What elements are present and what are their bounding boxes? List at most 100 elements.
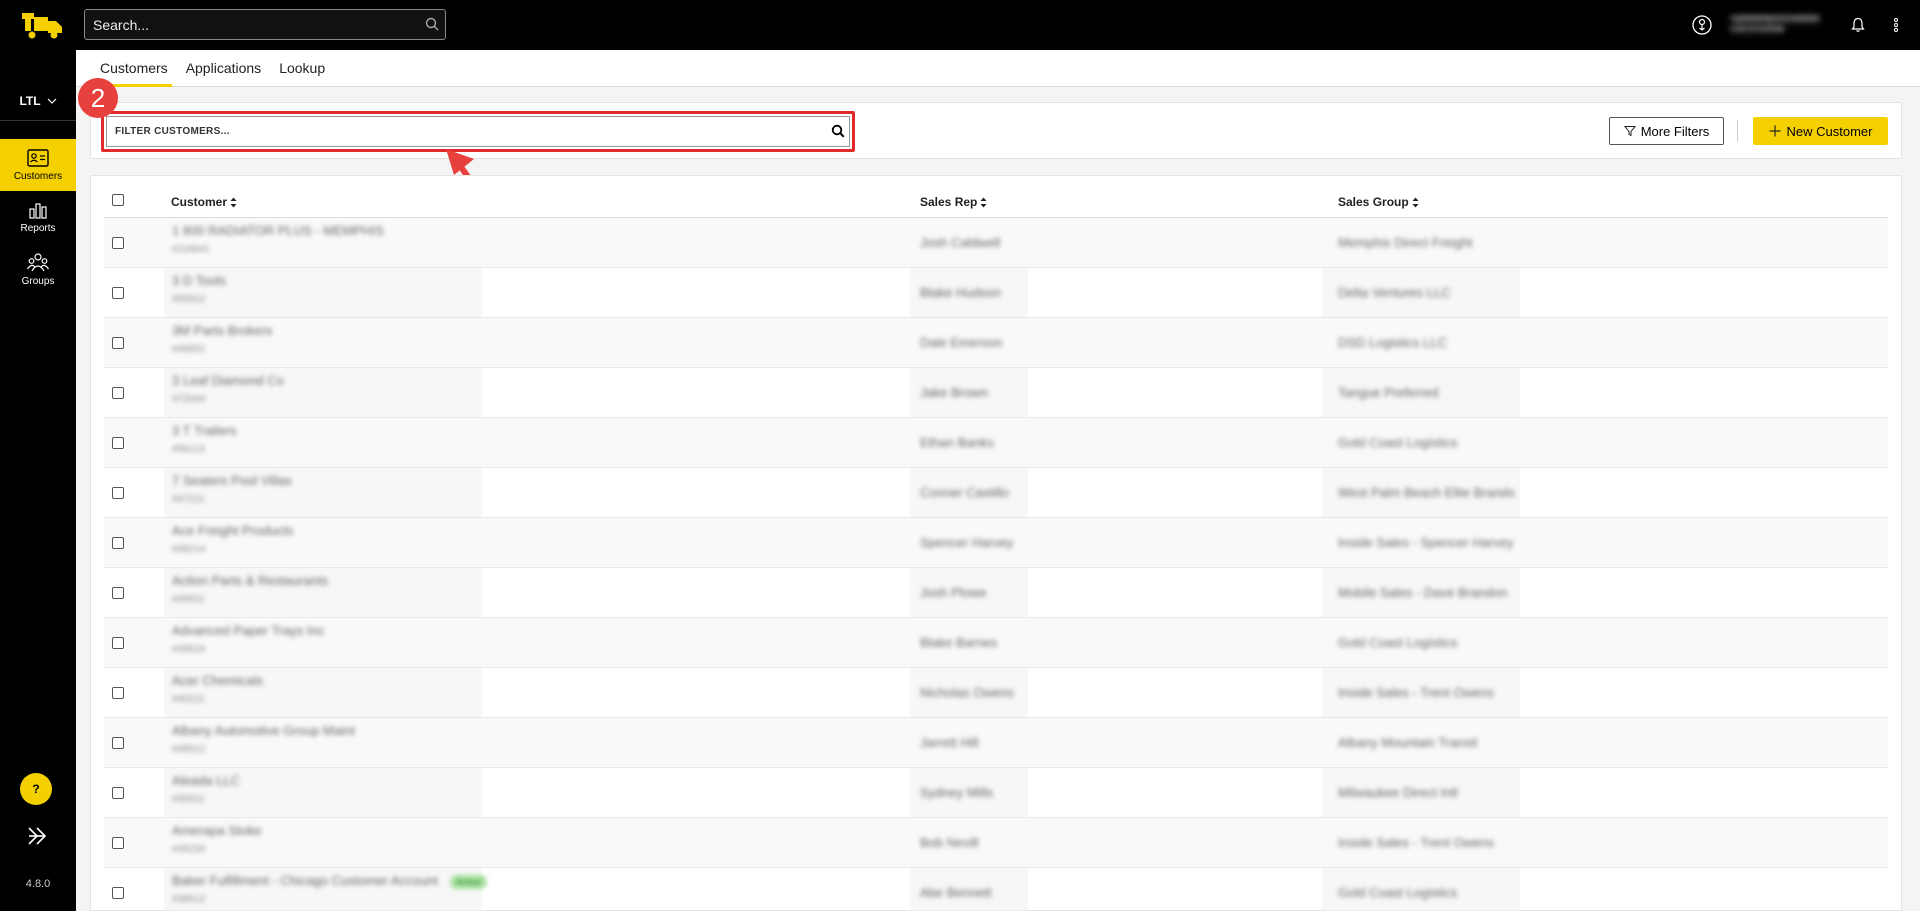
ltl-dropdown[interactable]: LTL — [0, 81, 76, 121]
row-checkbox[interactable] — [112, 587, 124, 599]
table-row[interactable] — [104, 768, 1888, 818]
sidebar-item-customers[interactable]: Customers — [0, 139, 76, 191]
sidebar-item-label: Customers — [13, 170, 63, 182]
customer-name[interactable]: Baker Fulfillment - Chicago Customer Acc… — [172, 873, 438, 888]
tab-lookup[interactable]: Lookup — [279, 50, 325, 86]
row-checkbox[interactable] — [112, 887, 124, 899]
customer-name[interactable]: Action Parts & Restaurants — [172, 573, 328, 588]
user-name: Sean Wilson — [1730, 15, 1820, 32]
row-checkbox[interactable] — [112, 437, 124, 449]
customer-name[interactable]: 1 800 RADIATOR PLUS - MEMPHIS — [172, 223, 384, 238]
sales-rep: Blake Hudson — [920, 285, 1001, 300]
sales-group: DSD Logistics LLC — [1338, 335, 1448, 350]
customer-name[interactable]: 3M Parts Brokers — [172, 323, 272, 338]
customer-id: #38214 — [172, 544, 206, 555]
customer-name[interactable]: Albany Automotive Group Maint — [172, 723, 355, 738]
select-all-checkbox[interactable] — [112, 194, 124, 206]
search-icon[interactable] — [425, 17, 439, 31]
sales-group: Inside Sales - Trent Owens — [1338, 835, 1495, 850]
customer-name[interactable]: Amerapa Stoke — [172, 823, 262, 838]
row-checkbox[interactable] — [112, 837, 124, 849]
customer-name[interactable]: Acer Chemicals — [172, 673, 263, 688]
user-avatar-icon[interactable] — [1692, 15, 1712, 35]
row-checkbox[interactable] — [112, 637, 124, 649]
column-header-sales-rep[interactable]: Sales Rep — [920, 195, 987, 209]
sidebar-item-label: Reports — [20, 222, 56, 234]
search-icon[interactable] — [831, 124, 845, 138]
sidebar-item-reports[interactable]: Reports — [0, 191, 76, 243]
toolbar-divider — [1737, 120, 1738, 142]
customer-name[interactable]: 7 Seaters Pool Villas — [172, 473, 292, 488]
annotation-step-badge: 2 — [78, 78, 118, 118]
table-row[interactable] — [104, 718, 1888, 768]
ltl-dropdown-label: LTL — [19, 93, 41, 108]
row-checkbox[interactable] — [112, 537, 124, 549]
row-checkbox[interactable] — [112, 737, 124, 749]
sales-rep: Ethan Banks — [920, 435, 994, 450]
sort-icon — [1412, 197, 1419, 207]
reports-icon — [29, 202, 47, 219]
customer-name[interactable]: Aleada LLC — [172, 773, 240, 788]
sort-icon — [980, 197, 987, 207]
customer-id: #56113 — [172, 444, 205, 455]
filter-customers-input[interactable] — [106, 116, 850, 147]
sales-rep: Sydney Mills — [920, 785, 993, 800]
tab-applications[interactable]: Applications — [186, 50, 262, 86]
customer-id: #47211 — [172, 494, 205, 505]
sales-group: West Palm Beach Elite Brands — [1338, 485, 1515, 500]
customer-name[interactable]: 3 D Tools — [172, 273, 226, 288]
sales-rep: Josh Plowe — [920, 585, 987, 600]
sort-icon — [230, 197, 237, 207]
expand-sidebar-icon[interactable] — [26, 824, 50, 848]
plus-icon — [1769, 125, 1781, 137]
sales-rep: Spencer Harvey — [920, 535, 1014, 550]
sales-rep: Dale Emerson — [920, 335, 1003, 350]
sales-group: Inside Sales - Trent Owens — [1338, 685, 1495, 700]
sales-group: Milwaukee Direct Intl — [1338, 785, 1458, 800]
groups-icon — [27, 252, 49, 271]
row-checkbox[interactable] — [112, 787, 124, 799]
user-info[interactable]: Sean Wilson Admin — [1730, 12, 1830, 42]
customer-id: #55912 — [172, 294, 206, 305]
company-logo[interactable] — [20, 9, 66, 41]
notification-bell-icon[interactable] — [1848, 15, 1868, 35]
help-button[interactable]: ? — [20, 773, 52, 805]
status-badge: Active — [450, 875, 487, 889]
customer-name[interactable]: Ace Freight Products — [172, 523, 293, 538]
column-header-customer[interactable]: Customer — [171, 195, 237, 209]
sales-rep: Bob Nevill — [920, 835, 979, 850]
new-customer-button[interactable]: New Customer — [1753, 117, 1888, 145]
row-checkbox[interactable] — [112, 337, 124, 349]
more-filters-button[interactable]: More Filters — [1609, 117, 1724, 145]
sales-rep: Jake Brown — [920, 385, 988, 400]
row-checkbox[interactable] — [112, 237, 124, 249]
customer-id: #40211 — [172, 694, 205, 705]
column-header-label: Sales Group — [1338, 195, 1409, 209]
row-checkbox[interactable] — [112, 687, 124, 699]
sidebar: LTL TL Customers Reports Groups ? 4.8.0 — [0, 50, 76, 911]
column-header-label: Customer — [171, 195, 228, 209]
customers-icon — [27, 148, 49, 167]
more-filters-label: More Filters — [1640, 123, 1710, 139]
customer-id: #116641 — [172, 244, 211, 255]
row-checkbox[interactable] — [112, 487, 124, 499]
table-row[interactable] — [104, 368, 1888, 418]
tab-customers[interactable]: Customers — [96, 50, 172, 87]
row-checkbox[interactable] — [112, 287, 124, 299]
customer-id: #38612 — [172, 894, 206, 905]
sales-rep: Conner Castillo — [920, 485, 1009, 500]
customer-name[interactable]: Advanced Paper Trays Inc — [172, 623, 324, 638]
sidebar-item-label: Groups — [21, 275, 55, 287]
global-search-input[interactable] — [84, 9, 446, 40]
row-checkbox[interactable] — [112, 387, 124, 399]
table-row[interactable] — [104, 568, 1888, 618]
sales-group: Albany Mountain Transit — [1338, 735, 1478, 750]
table-row[interactable] — [104, 418, 1888, 468]
customer-name[interactable]: 3 T Trailers — [172, 423, 237, 438]
sidebar-item-groups[interactable]: Groups — [0, 243, 76, 295]
table-row[interactable] — [104, 818, 1888, 868]
customer-id: #40611 — [172, 594, 205, 605]
column-header-sales-group[interactable]: Sales Group — [1338, 195, 1419, 209]
more-options-icon[interactable] — [1886, 15, 1906, 35]
customer-name[interactable]: 3 Leaf Diamond Co — [172, 373, 284, 388]
